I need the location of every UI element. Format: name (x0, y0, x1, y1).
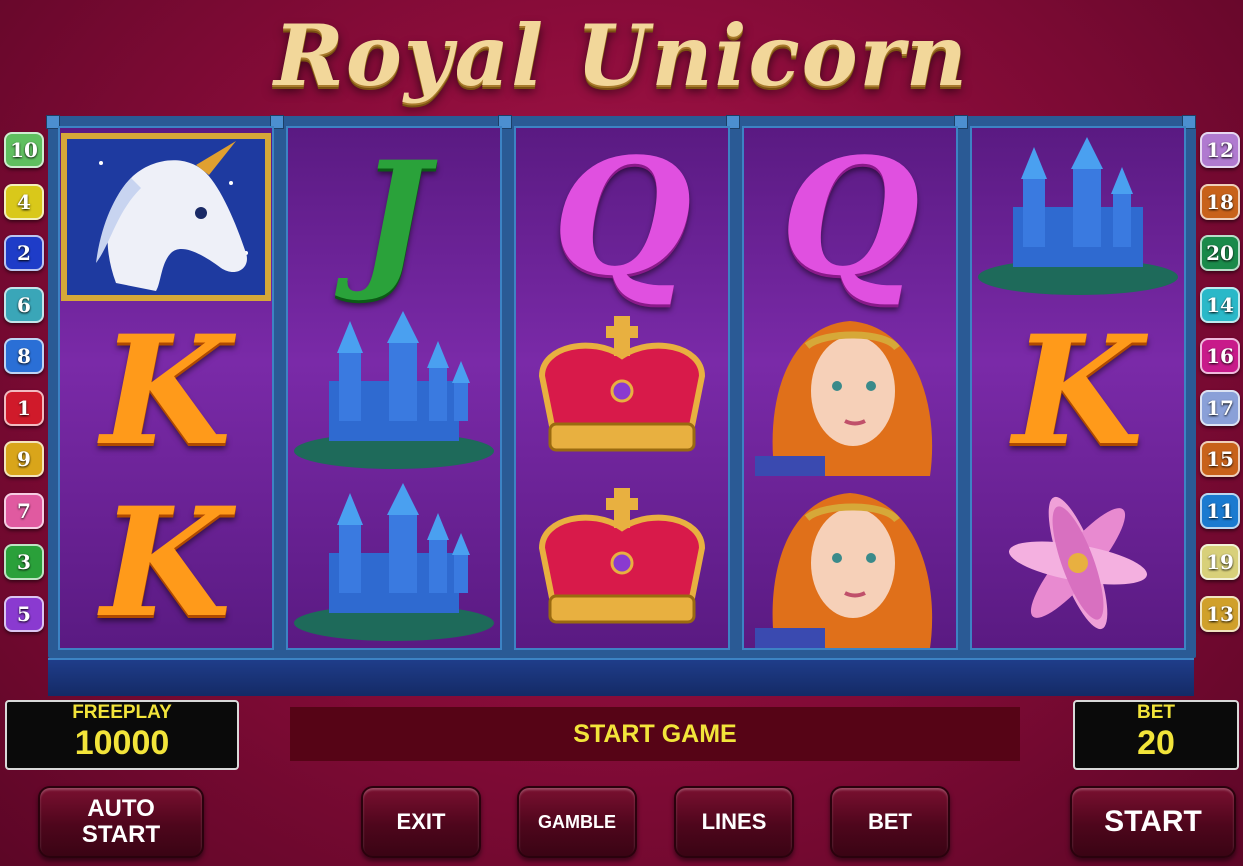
lines-button[interactable]: LINES (674, 786, 794, 858)
symbol-castle (288, 306, 500, 476)
payline-indicator[interactable]: 5 (4, 595, 44, 632)
payline-indicator[interactable]: 13 (1200, 595, 1240, 632)
symbol-j: J (288, 132, 500, 302)
symbol-unicorn (60, 132, 272, 302)
symbol-princess (744, 306, 956, 476)
payline-indicator[interactable]: 6 (4, 286, 44, 323)
bet-panel: BET 20 (1073, 700, 1239, 770)
freeplay-panel: FREEPLAY 10000 (5, 700, 239, 770)
freeplay-label: FREEPLAY (72, 702, 172, 723)
symbol-letter: K (100, 303, 232, 479)
reel-1: K K (58, 126, 274, 650)
payline-indicator[interactable]: 3 (4, 544, 44, 580)
payline-indicator[interactable]: 11 (1200, 492, 1240, 529)
unicorn-icon (61, 133, 271, 301)
symbol-letter: Q (552, 126, 692, 311)
symbol-letter: K (1012, 303, 1144, 479)
freeplay-value: 10000 (74, 724, 170, 762)
payline-indicator[interactable]: 12 (1200, 132, 1240, 168)
exit-button[interactable]: EXIT (361, 786, 481, 858)
reel-3: Q (514, 126, 730, 650)
symbol-lily (972, 478, 1184, 648)
payline-indicator[interactable]: 17 (1200, 389, 1240, 426)
symbol-letter: Q (780, 126, 920, 311)
crown-icon (538, 488, 706, 624)
payline-indicator[interactable]: 7 (4, 492, 44, 529)
reel-5: K (970, 126, 1186, 650)
payline-indicator[interactable]: 18 (1200, 183, 1240, 220)
castle-icon (294, 311, 494, 469)
symbol-crown (516, 306, 728, 476)
gamble-button[interactable]: GAMBLE (517, 786, 637, 858)
symbol-k: K (972, 306, 1184, 476)
payline-indicator[interactable]: 4 (4, 183, 44, 220)
symbol-castle (972, 132, 1184, 302)
princess-icon (755, 493, 933, 648)
castle-icon (294, 483, 494, 641)
reel-4: Q (742, 126, 958, 650)
payline-indicator[interactable]: 15 (1200, 441, 1240, 477)
lily-icon (1008, 496, 1148, 630)
castle-icon (978, 137, 1178, 295)
start-button[interactable]: START (1070, 786, 1236, 858)
payline-indicator[interactable]: 14 (1200, 286, 1240, 323)
symbol-crown (516, 478, 728, 648)
bet-label: BET (1137, 702, 1175, 723)
auto-start-label-line1: AUTO (87, 795, 155, 822)
payline-indicator[interactable]: 10 (4, 132, 44, 168)
reel-2: J (286, 126, 502, 650)
symbol-k: K (60, 478, 272, 648)
bet-value: 20 (1137, 724, 1175, 762)
payline-indicator[interactable]: 20 (1200, 235, 1240, 271)
auto-start-label-line2: START (81, 821, 161, 848)
payline-indicator[interactable]: 1 (4, 389, 44, 426)
reels-bottom-strip (48, 658, 1194, 696)
symbol-q: Q (516, 132, 728, 302)
symbol-q: Q (744, 132, 956, 302)
payline-indicator[interactable]: 2 (4, 235, 44, 271)
crown-icon (538, 316, 706, 452)
symbol-castle (288, 478, 500, 648)
symbol-letter: K (100, 475, 232, 650)
payline-indicator[interactable]: 19 (1200, 544, 1240, 580)
symbol-princess (744, 478, 956, 648)
princess-icon (755, 321, 933, 476)
payline-indicator[interactable]: 16 (1200, 338, 1240, 374)
symbol-k: K (60, 306, 272, 476)
reels-frame: K K J Q Q K (46, 115, 1196, 658)
payline-indicator[interactable]: 9 (4, 441, 44, 477)
symbol-letter: J (358, 129, 430, 305)
bet-button[interactable]: BET (830, 786, 950, 858)
status-message: START GAME (290, 707, 1020, 761)
game-title: Royal Unicorn (274, 6, 969, 105)
auto-start-button[interactable]: AUTO START (38, 786, 204, 858)
payline-indicator[interactable]: 8 (4, 338, 44, 374)
